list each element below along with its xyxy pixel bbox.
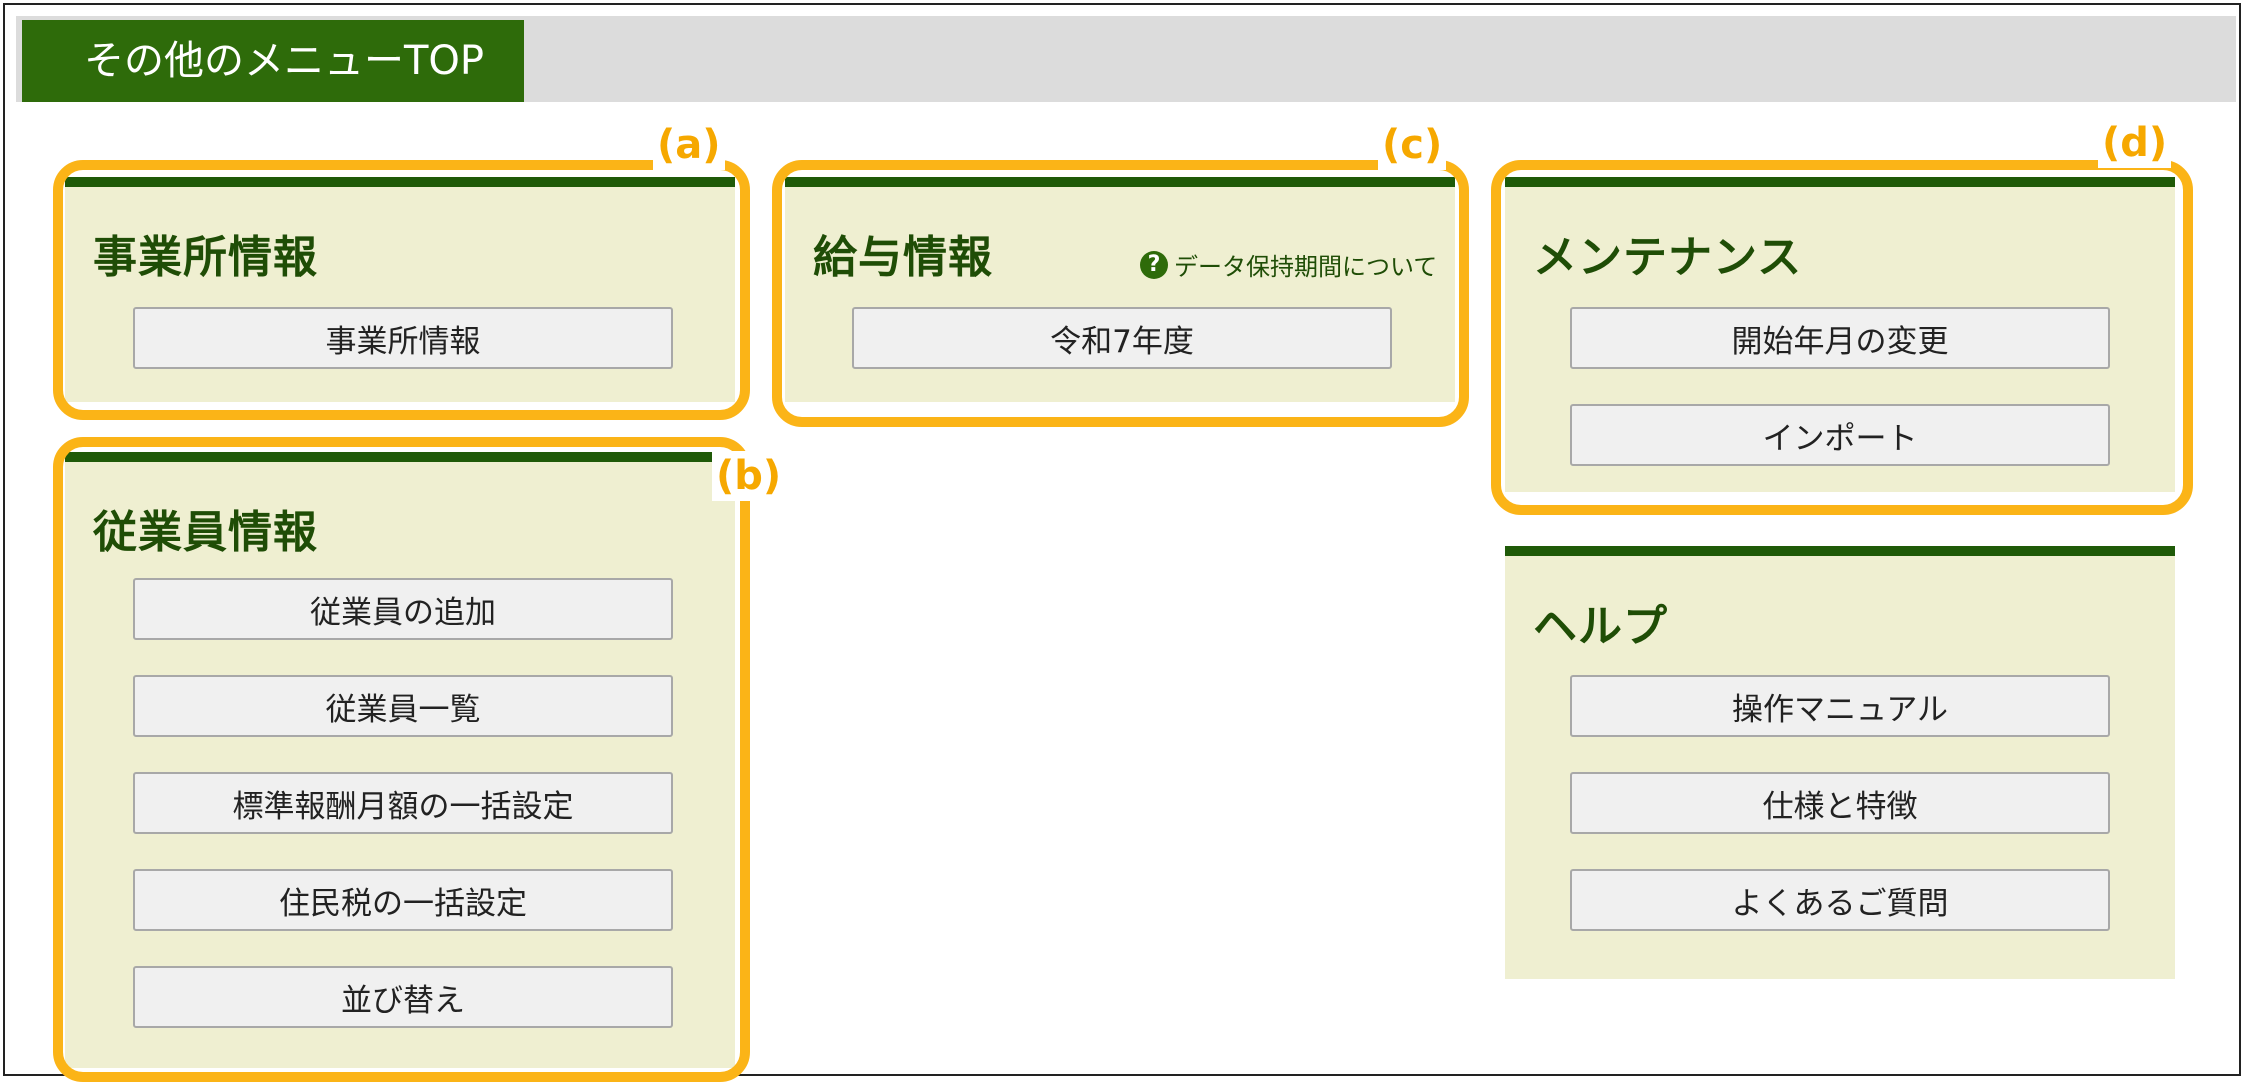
faq-button[interactable]: よくあるご質問 <box>1570 869 2110 931</box>
manual-button[interactable]: 操作マニュアル <box>1570 675 2110 737</box>
highlight-frame-c <box>772 160 1469 427</box>
help-title: ヘルプ <box>1533 601 1668 652</box>
marker-d: (d) <box>2098 118 2172 168</box>
marker-b: (b) <box>712 451 786 501</box>
highlight-frame-b <box>53 437 750 1082</box>
specs-features-button[interactable]: 仕様と特徴 <box>1570 772 2110 834</box>
marker-c: (c) <box>1378 120 1447 170</box>
tab-other-menu-top[interactable]: その他のメニューTOP <box>22 20 524 102</box>
help-panel: ヘルプ 操作マニュアル 仕様と特徴 よくあるご質問 <box>1505 546 2175 979</box>
marker-a: (a) <box>653 120 725 170</box>
highlight-frame-d <box>1491 160 2193 515</box>
highlight-frame-a <box>53 160 750 420</box>
